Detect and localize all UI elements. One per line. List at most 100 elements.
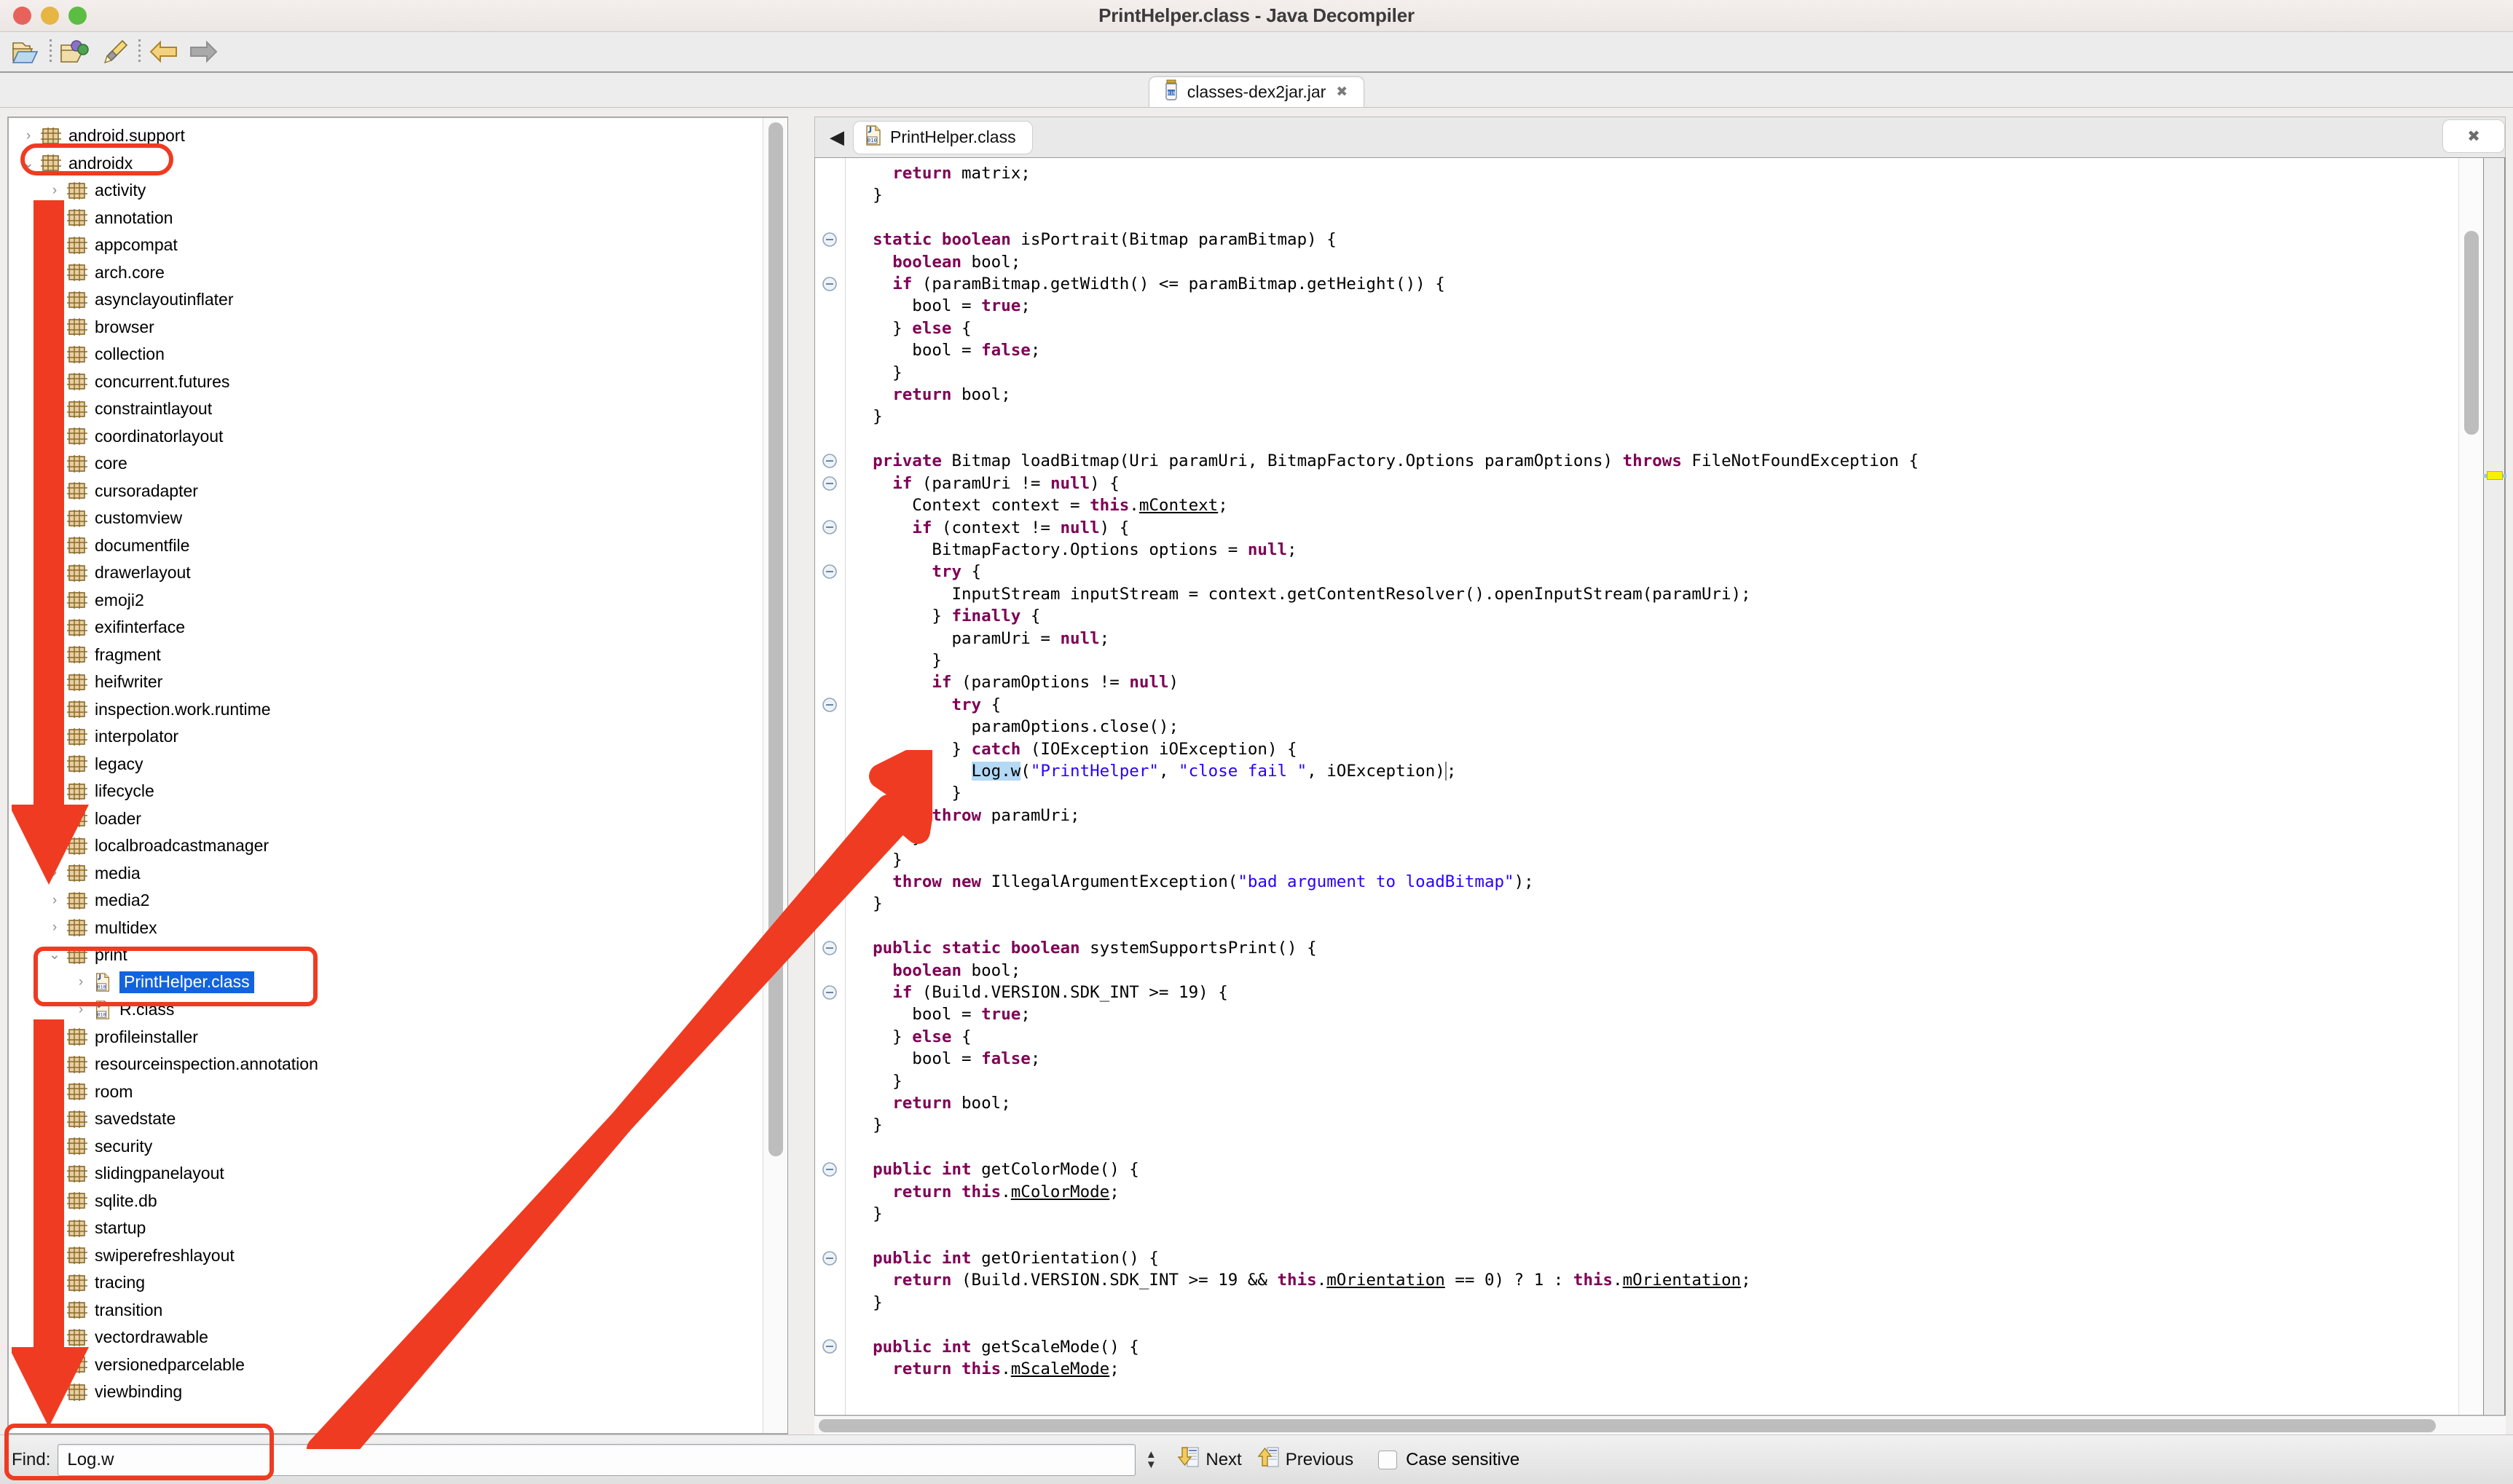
fold-collapse-icon[interactable] [821, 275, 839, 293]
tree-item[interactable]: › swiperefreshlayout [9, 1242, 763, 1270]
package-tree[interactable]: › android.support ⌄ androidx › activity › annot… [9, 118, 763, 1433]
chevron-right-icon[interactable]: › [42, 237, 67, 253]
chevron-right-icon[interactable]: › [16, 128, 41, 144]
code-vertical-scrollbar[interactable] [2458, 158, 2483, 1415]
tree-item[interactable]: › startup [9, 1215, 763, 1242]
chevron-right-icon[interactable]: › [42, 1166, 67, 1182]
tree-item[interactable]: › fragment [9, 642, 763, 669]
chevron-right-icon[interactable]: › [42, 183, 67, 199]
tree-item[interactable]: › documentfile [9, 532, 763, 560]
code-scroll-thumb[interactable] [2464, 231, 2479, 435]
chevron-right-icon[interactable]: › [42, 537, 67, 553]
chevron-right-icon[interactable]: › [42, 1138, 67, 1154]
chevron-right-icon[interactable]: › [42, 701, 67, 717]
tree-item[interactable]: › interpolator [9, 723, 763, 751]
tree-item[interactable]: › loader [9, 805, 763, 833]
find-input-wrap[interactable] [58, 1443, 1136, 1476]
chevron-right-icon[interactable]: › [42, 428, 67, 444]
tree-item[interactable]: › collection [9, 341, 763, 368]
jar-tab-close-icon[interactable]: ✖ [1336, 84, 1348, 100]
source-code-text[interactable]: return matrix; } static boolean isPortra… [846, 158, 2458, 1415]
chevron-right-icon[interactable]: › [42, 647, 67, 663]
tree-item[interactable]: › browser [9, 314, 763, 342]
chevron-right-icon[interactable]: › [42, 374, 67, 390]
tree-item[interactable]: › localbroadcastmanager [9, 832, 763, 860]
chevron-right-icon[interactable]: › [42, 292, 67, 308]
tree-item[interactable]: › appcompat [9, 232, 763, 259]
chevron-down-icon[interactable]: ⌄ [16, 155, 41, 172]
chevron-right-icon[interactable]: › [42, 920, 67, 936]
chevron-right-icon[interactable]: › [68, 974, 93, 990]
chevron-right-icon[interactable]: › [42, 810, 67, 826]
tree-item[interactable]: › android.support [9, 122, 763, 150]
tree-item[interactable]: › viewbinding [9, 1378, 763, 1406]
find-next-button[interactable]: Next [1177, 1445, 1242, 1474]
save-source-icon[interactable] [95, 33, 134, 70]
fold-collapse-icon[interactable] [821, 984, 839, 1002]
tree-item[interactable]: › concurrent.futures [9, 368, 763, 396]
tree-item[interactable]: › emoji2 [9, 587, 763, 615]
chevron-right-icon[interactable]: › [42, 456, 67, 472]
tree-item[interactable]: › activity [9, 177, 763, 205]
jar-tab[interactable]: 010 classes-dex2jar.jar ✖ [1148, 76, 1365, 107]
tree-item[interactable]: › heifwriter [9, 668, 763, 696]
tree-item[interactable]: › 010 R.class [9, 996, 763, 1024]
fold-collapse-icon[interactable] [821, 475, 839, 493]
tree-item[interactable]: › vectordrawable [9, 1324, 763, 1351]
tree-item[interactable]: › cursoradapter [9, 478, 763, 505]
tree-item[interactable]: › constraintlayout [9, 395, 763, 423]
chevron-right-icon[interactable]: › [42, 1384, 67, 1400]
chevron-right-icon[interactable]: › [42, 674, 67, 690]
tree-item[interactable]: › arch.core [9, 259, 763, 287]
tree-item[interactable]: › versionedparcelable [9, 1351, 763, 1379]
code-hscroll-thumb[interactable] [819, 1419, 2436, 1432]
chevron-right-icon[interactable]: › [42, 1111, 67, 1127]
editor-tab-printhelper[interactable]: 010 PrintHelper.class [853, 120, 1033, 154]
tree-item[interactable]: › coordinatorlayout [9, 423, 763, 451]
case-sensitive-checkbox[interactable] [1378, 1450, 1398, 1469]
chevron-right-icon[interactable]: › [42, 784, 67, 800]
chevron-right-icon[interactable]: › [42, 565, 67, 581]
chevron-right-icon[interactable]: › [42, 1302, 67, 1318]
find-input[interactable] [66, 1448, 1128, 1471]
open-type-icon[interactable] [55, 33, 95, 70]
fold-collapse-icon[interactable] [821, 563, 839, 581]
find-previous-button[interactable]: Previous [1257, 1445, 1353, 1474]
tree-item[interactable]: › drawerlayout [9, 559, 763, 587]
chevron-right-icon[interactable]: › [42, 1057, 67, 1073]
chevron-right-icon[interactable]: › [42, 1330, 67, 1346]
tree-item[interactable]: › resourceinspection.annotation [9, 1051, 763, 1078]
tree-item[interactable]: › media2 [9, 887, 763, 915]
fold-collapse-icon[interactable] [821, 231, 839, 249]
fold-collapse-icon[interactable] [821, 1250, 839, 1268]
fold-collapse-icon[interactable] [821, 1161, 839, 1179]
chevron-down-icon[interactable]: ⌄ [42, 947, 67, 963]
fold-collapse-icon[interactable] [821, 696, 839, 714]
open-file-icon[interactable] [6, 33, 45, 70]
code-horizontal-scrollbar[interactable] [814, 1416, 2506, 1434]
tree-item[interactable]: › slidingpanelayout [9, 1160, 763, 1188]
tree-item[interactable]: › lifecycle [9, 778, 763, 805]
tree-item[interactable]: › room [9, 1078, 763, 1106]
tree-item[interactable]: › core [9, 450, 763, 478]
search-match-marker[interactable] [2483, 471, 2506, 480]
tree-item[interactable]: › 010 PrintHelper.class [9, 969, 763, 997]
chevron-right-icon[interactable]: › [42, 838, 67, 854]
editor-close-icon[interactable]: ✖ [2442, 119, 2505, 153]
chevron-right-icon[interactable]: › [42, 1193, 67, 1209]
tree-item[interactable]: › asynclayoutinflater [9, 286, 763, 314]
tree-item[interactable]: ⌄ androidx [9, 150, 763, 178]
tree-item[interactable]: › exifinterface [9, 614, 763, 642]
chevron-right-icon[interactable]: › [42, 756, 67, 772]
chevron-right-icon[interactable]: › [42, 729, 67, 745]
chevron-right-icon[interactable]: › [42, 592, 67, 608]
tree-item[interactable]: › customview [9, 505, 763, 532]
fold-collapse-icon[interactable] [821, 1338, 839, 1356]
chevron-right-icon[interactable]: › [42, 347, 67, 363]
case-sensitive-option[interactable]: Case sensitive [1378, 1450, 1519, 1470]
tree-item[interactable]: › multidex [9, 915, 763, 942]
chevron-right-icon[interactable]: › [42, 1247, 67, 1263]
chevron-right-icon[interactable]: › [42, 319, 67, 335]
tree-item[interactable]: › legacy [9, 751, 763, 778]
tab-scroll-left-icon[interactable]: ◀ [821, 126, 853, 149]
